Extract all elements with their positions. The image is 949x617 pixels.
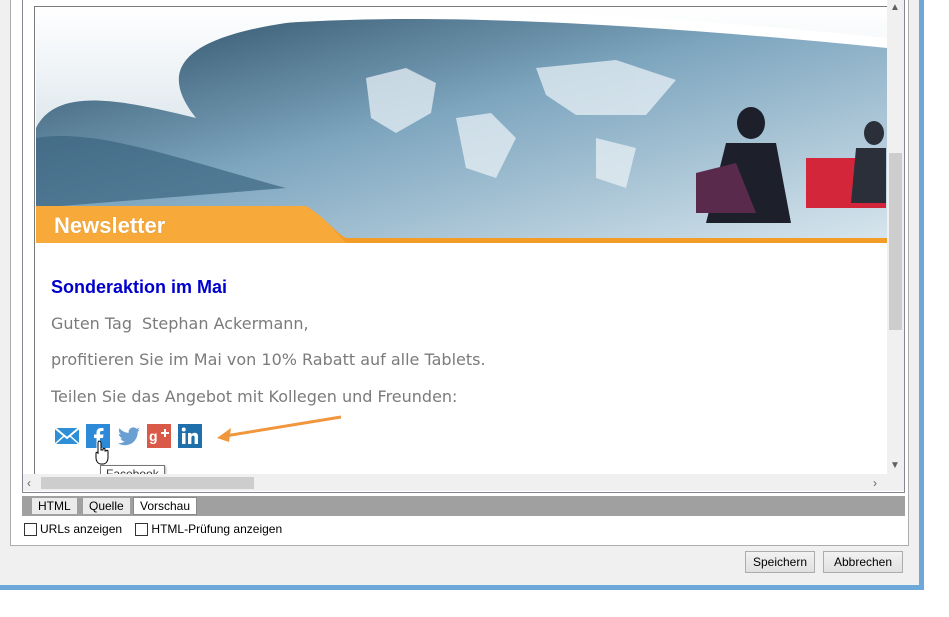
html-preview-frame: Newsletter Sonderaktion im Mai Guten Tag…: [22, 0, 905, 493]
newsletter-headline: Sonderaktion im Mai: [51, 277, 228, 297]
show-urls-checkbox[interactable]: [24, 522, 37, 536]
options-row: URLs anzeigen HTML-Prüfung anzeigen: [24, 522, 292, 539]
svg-text:g: g: [149, 428, 158, 444]
google-plus-icon[interactable]: g: [147, 424, 171, 448]
scroll-up-icon[interactable]: ▲: [890, 2, 900, 13]
horizontal-scrollbar[interactable]: ‹ ›: [23, 474, 887, 491]
scroll-down-icon[interactable]: ▼: [890, 460, 900, 471]
greeting-line: Guten Tag Stephan Ackermann,: [51, 314, 309, 333]
tab-html[interactable]: HTML: [32, 498, 77, 514]
tab-vorschau[interactable]: Vorschau: [133, 497, 198, 515]
facebook-tooltip: Facebook: [100, 465, 165, 474]
html-check-checkbox[interactable]: [135, 522, 149, 536]
vertical-scroll-thumb[interactable]: [889, 153, 902, 330]
offer-text: profitieren Sie im Mai von 10% Rabatt au…: [51, 350, 486, 369]
vertical-scrollbar[interactable]: ▲ ▼: [887, 0, 904, 474]
email-icon[interactable]: [55, 424, 79, 448]
banner-image: [36, 8, 887, 243]
html-check-label: HTML-Prüfung anzeigen: [151, 522, 283, 536]
greeting-name: Stephan Ackermann,: [141, 314, 309, 333]
scroll-corner: [887, 474, 904, 491]
view-tabs: HTML Quelle Vorschau: [22, 496, 905, 516]
hand-cursor-icon: [95, 440, 109, 465]
html-check-option[interactable]: HTML-Prüfung anzeigen: [135, 522, 282, 536]
greeting-prefix: Guten Tag: [51, 314, 132, 333]
share-text: Teilen Sie das Angebot mit Kollegen und …: [51, 387, 458, 406]
annotation-arrow: [217, 415, 342, 442]
banner-title: Newsletter: [54, 213, 166, 238]
preview-content: Newsletter Sonderaktion im Mai Guten Tag…: [23, 0, 887, 474]
cancel-button[interactable]: Abbrechen: [823, 551, 903, 573]
newsletter-banner: Newsletter: [36, 8, 887, 243]
show-urls-option[interactable]: URLs anzeigen: [24, 522, 122, 536]
scroll-right-icon[interactable]: ›: [873, 476, 877, 490]
scroll-left-icon[interactable]: ‹: [27, 476, 31, 490]
linkedin-icon[interactable]: [178, 424, 202, 448]
save-button[interactable]: Speichern: [745, 551, 815, 573]
twitter-icon[interactable]: [117, 424, 141, 448]
show-urls-label: URLs anzeigen: [40, 522, 123, 536]
horizontal-scroll-thumb[interactable]: [41, 477, 254, 489]
tab-quelle[interactable]: Quelle: [83, 498, 130, 514]
